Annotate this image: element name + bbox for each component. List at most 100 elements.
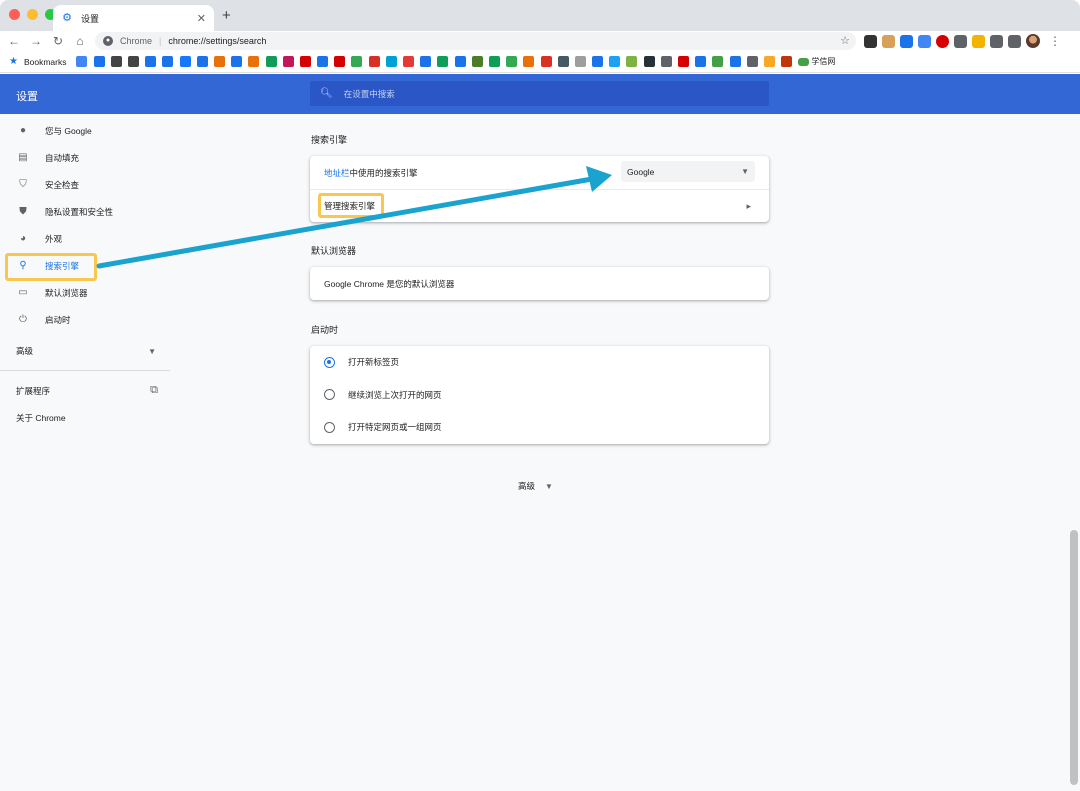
address-bar-engine-row: 地址栏 中使用的搜索引擎 Google ▼: [310, 156, 769, 189]
bookmark-icon[interactable]: [471, 56, 483, 67]
bookmark-icon[interactable]: [282, 56, 294, 67]
bookmark-icon[interactable]: [729, 56, 741, 67]
bookmark-icon[interactable]: [368, 56, 380, 67]
highlight-box-manage: [318, 193, 384, 218]
section-title-search-engine: 搜索引擎: [311, 135, 348, 145]
bookmark-icon[interactable]: [746, 56, 758, 67]
bookmark-icon[interactable]: [265, 56, 277, 67]
radio-button[interactable]: [324, 356, 335, 368]
address-bar-link[interactable]: 地址栏: [324, 167, 350, 179]
new-tab-button[interactable]: +: [222, 7, 231, 24]
extension-icon[interactable]: [936, 34, 949, 48]
bookmark-icon[interactable]: [574, 56, 586, 67]
radio-button[interactable]: [324, 421, 335, 433]
bookmarks-folder[interactable]: Bookmarks: [24, 57, 67, 67]
bookmark-icon[interactable]: [506, 56, 518, 67]
bookmark-icon[interactable]: [557, 56, 569, 67]
extension-icon[interactable]: [918, 34, 931, 48]
sidebar-item-appearance[interactable]: ◕ 外观: [0, 225, 170, 252]
puzzle-icon[interactable]: [1008, 34, 1021, 48]
bookmark-icon[interactable]: [798, 57, 810, 66]
sidebar-extensions[interactable]: 扩展程序 ⧉: [16, 384, 158, 397]
bookmark-icon[interactable]: [781, 56, 793, 67]
sidebar-item-default-browser[interactable]: ▭ 默认浏览器: [0, 279, 170, 306]
bookmark-icon[interactable]: [488, 56, 500, 67]
bookmark-icon[interactable]: [351, 56, 363, 67]
bookmark-icon[interactable]: [420, 56, 432, 67]
bookmark-icon[interactable]: [609, 56, 621, 67]
bookmark-icon[interactable]: [540, 56, 552, 67]
sidebar-item-autofill[interactable]: ▤ 自动填充: [0, 144, 170, 171]
sidebar-item-safety-check[interactable]: ⛉ 安全检查: [0, 171, 170, 198]
bookmark-icon[interactable]: [110, 56, 122, 67]
settings-page: ● 您与 Google ▤ 自动填充 ⛉ 安全检查 ⛊ 隐私设置和安全性 ◕ 外…: [0, 114, 1080, 791]
minimize-window-button[interactable]: [27, 9, 38, 20]
startup-option[interactable]: 继续浏览上次打开的网页: [310, 379, 769, 412]
bookmark-icon[interactable]: [179, 56, 191, 67]
bookmark-icon[interactable]: [299, 56, 311, 67]
extension-icon[interactable]: [864, 34, 877, 48]
address-bar[interactable]: ● Chrome | chrome://settings/search ☆: [95, 32, 856, 50]
bookmark-icon[interactable]: [678, 56, 690, 67]
search-engine-select[interactable]: Google ▼: [621, 161, 755, 182]
bookmark-xuexin[interactable]: 学信网: [811, 56, 835, 67]
extension-icon[interactable]: [882, 34, 895, 48]
bookmark-icon[interactable]: [248, 56, 260, 67]
reload-icon[interactable]: ↻: [47, 34, 69, 48]
bookmark-icon[interactable]: [660, 56, 672, 67]
sidebar-advanced[interactable]: 高级 ▼: [16, 345, 156, 357]
bookmark-icon[interactable]: [592, 56, 604, 67]
sidebar-about-chrome[interactable]: 关于 Chrome: [16, 412, 66, 424]
settings-search[interactable]: 🔍︎: [310, 81, 769, 106]
bookmark-icon[interactable]: [712, 56, 724, 67]
bookmark-icon[interactable]: [454, 56, 466, 67]
bookmark-icon[interactable]: [93, 56, 105, 67]
sidebar-item-you-and-google[interactable]: ● 您与 Google: [0, 117, 170, 144]
back-icon[interactable]: ←: [3, 34, 25, 48]
highlight-box-search-engine: [5, 253, 97, 281]
advanced-toggle[interactable]: 高级 ▼: [518, 480, 553, 492]
bookmark-icon[interactable]: [626, 56, 638, 67]
url-text[interactable]: chrome://settings/search: [168, 36, 266, 46]
bookmark-icon[interactable]: [643, 56, 655, 67]
bookmark-icon[interactable]: [385, 56, 397, 67]
bookmark-star-icon[interactable]: ☆: [840, 34, 850, 47]
scrollbar[interactable]: [1070, 530, 1078, 785]
sidebar-item-privacy[interactable]: ⛊ 隐私设置和安全性: [0, 198, 170, 225]
bookmark-icon[interactable]: [334, 56, 346, 67]
bookmark-icon[interactable]: [162, 56, 174, 67]
bookmark-icon[interactable]: [763, 56, 775, 67]
bookmark-icon[interactable]: [317, 56, 329, 67]
close-window-button[interactable]: [9, 9, 20, 20]
extension-icon[interactable]: [972, 34, 985, 48]
startup-option[interactable]: 打开特定网页或一组网页: [310, 411, 769, 444]
forward-icon[interactable]: →: [25, 34, 47, 48]
bookmark-icon[interactable]: [403, 56, 415, 67]
page-title: 设置: [16, 91, 38, 103]
bookmark-icon[interactable]: [76, 56, 88, 67]
menu-icon[interactable]: ⋮: [1049, 34, 1061, 48]
person-icon: ●: [19, 125, 27, 136]
privacy-shield-icon: ⛊: [19, 206, 27, 217]
extension-icon[interactable]: [954, 34, 967, 48]
bookmark-icon[interactable]: [523, 56, 535, 67]
bookmark-icon[interactable]: [231, 56, 243, 67]
bookmark-icon[interactable]: [128, 56, 140, 67]
tab-settings[interactable]: ⚙ 设置 ✕: [53, 5, 214, 31]
bookmark-icon[interactable]: [213, 56, 225, 67]
avatar[interactable]: [1026, 34, 1040, 48]
extension-icon[interactable]: [990, 34, 1003, 48]
extension-icon[interactable]: [900, 34, 913, 48]
home-icon[interactable]: ⌂: [69, 34, 91, 48]
bookmark-icon[interactable]: [437, 56, 449, 67]
radio-button[interactable]: [324, 389, 335, 401]
bookmark-icon[interactable]: [196, 56, 208, 67]
startup-option[interactable]: 打开新标签页: [310, 346, 769, 379]
bookmark-icon[interactable]: [145, 56, 157, 67]
browser-icon: ▭: [18, 287, 28, 298]
bookmark-icon[interactable]: [695, 56, 707, 67]
close-icon[interactable]: ✕: [197, 12, 206, 25]
address-bar-engine-label: 中使用的搜索引擎: [349, 167, 418, 178]
search-input[interactable]: [343, 88, 744, 99]
sidebar-item-on-startup[interactable]: ⏻ 启动时: [0, 306, 170, 333]
